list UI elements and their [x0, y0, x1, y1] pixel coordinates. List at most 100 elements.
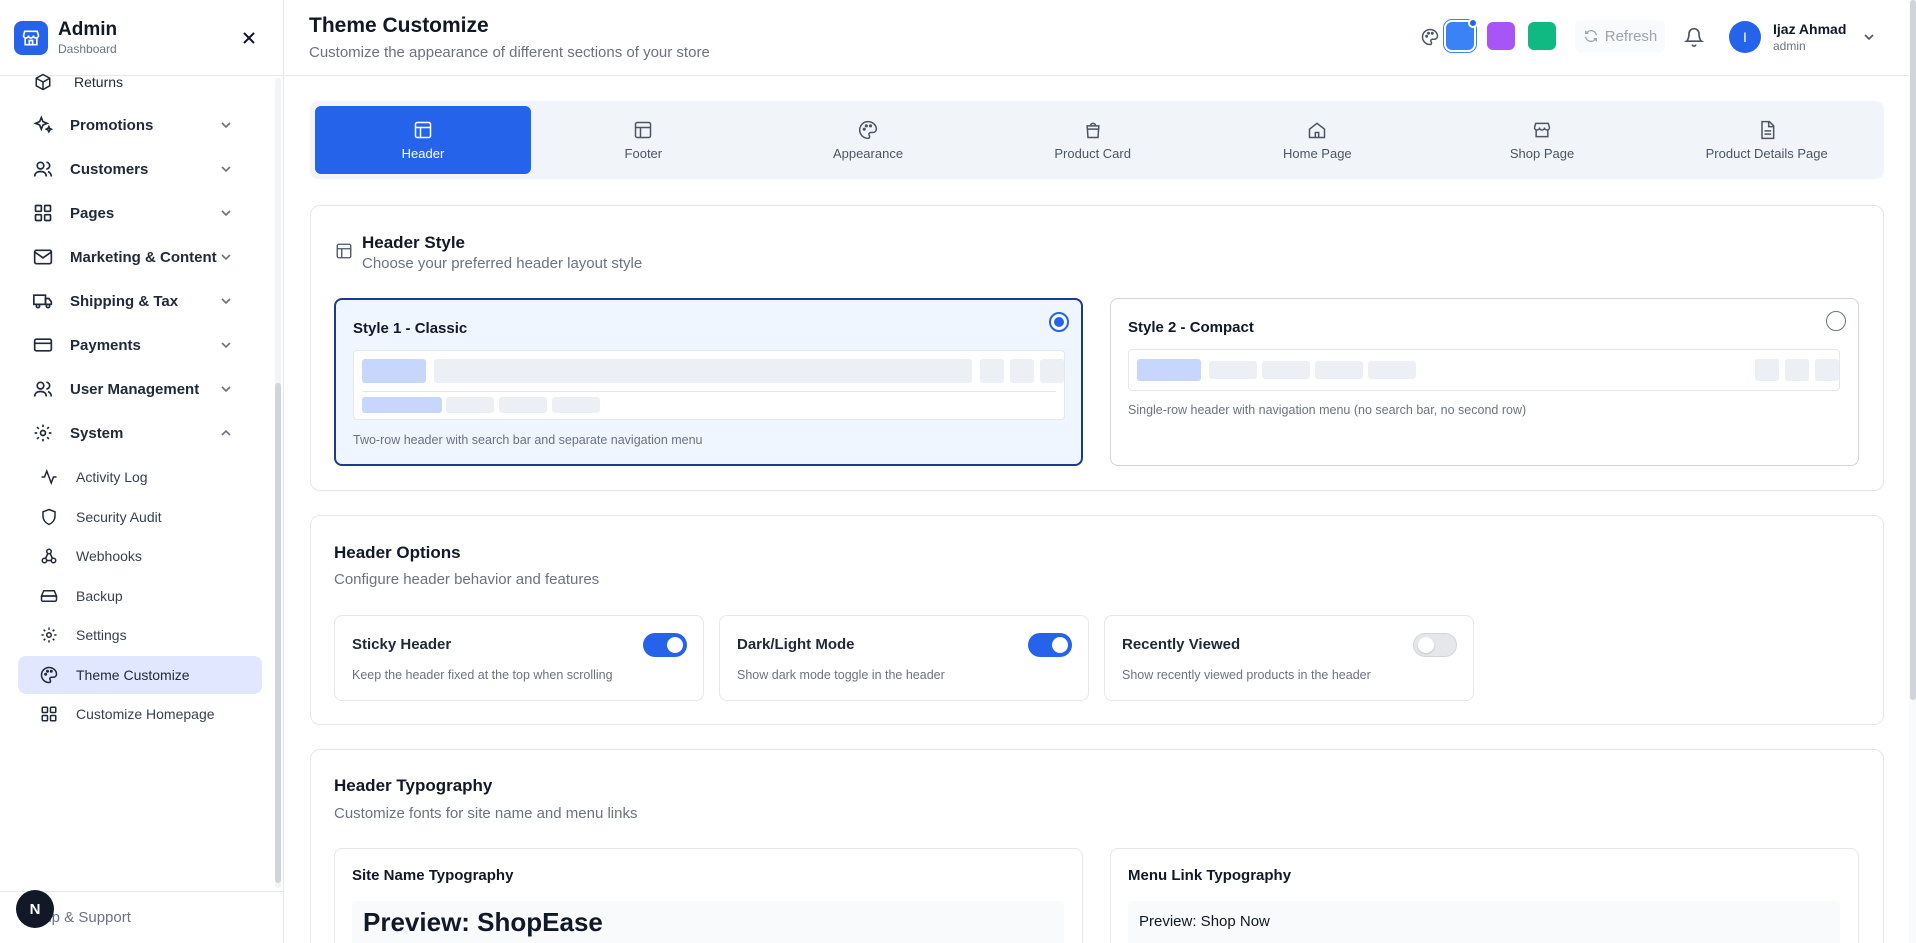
chevron-down-icon: [221, 254, 231, 261]
color-swatch-green[interactable]: [1528, 22, 1556, 50]
sidebar-item-security-audit[interactable]: Security Audit: [18, 498, 262, 536]
sidebar-item-label: Shipping & Tax: [70, 292, 179, 310]
sidebar-item-label: User Management: [70, 380, 200, 398]
option-desc: Show recently viewed products in the hea…: [1122, 668, 1371, 682]
sidebar-item-label: Returns: [74, 74, 124, 90]
bell-icon[interactable]: [1684, 27, 1704, 47]
radio-unselected[interactable]: [1826, 311, 1846, 331]
section-title: Header Options: [334, 543, 461, 562]
sidebar-item-webhooks[interactable]: Webhooks: [18, 537, 262, 575]
user-role: admin: [1773, 39, 1806, 53]
close-sidebar-button[interactable]: [239, 28, 259, 48]
grid-icon: [32, 202, 54, 224]
tab-product-details-page[interactable]: Product Details Page: [1654, 106, 1879, 174]
section-title: Header Typography: [334, 776, 493, 795]
shield-icon: [40, 508, 58, 526]
palette-icon: [859, 120, 878, 139]
sidebar-nav: Returns Promotions Customers Pages Marke…: [0, 70, 272, 890]
preview-icon: [1785, 359, 1809, 381]
section-subtitle: Configure header behavior and features: [334, 571, 600, 588]
style-option-desc: Single-row header with navigation menu (…: [1128, 403, 1527, 417]
sidebar-item-backup[interactable]: Backup: [18, 577, 262, 615]
preview-nav: [1209, 361, 1257, 379]
sidebar-item-user-management[interactable]: User Management: [18, 369, 258, 409]
tab-home-page[interactable]: Home Page: [1205, 106, 1430, 174]
palette-icon: [40, 666, 58, 684]
dev-tools-badge[interactable]: N: [16, 890, 54, 928]
sidebar-item-shipping[interactable]: Shipping & Tax: [18, 281, 258, 321]
gear-icon: [40, 626, 58, 644]
sidebar-item-payments[interactable]: Payments: [18, 325, 258, 365]
topbar: Theme Customize Customize the appearance…: [285, 0, 1911, 76]
section-subtitle: Choose your preferred header layout styl…: [362, 255, 643, 272]
typography-title: Menu Link Typography: [1128, 867, 1292, 884]
sidebar-item-customers[interactable]: Customers: [18, 149, 258, 189]
sidebar-scrollbar[interactable]: [275, 78, 281, 888]
sidebar-item-customize-homepage[interactable]: Customize Homepage: [18, 695, 262, 733]
color-swatch-purple[interactable]: [1487, 22, 1515, 50]
users-icon: [32, 158, 54, 180]
box-icon: [32, 71, 54, 93]
preview-icon: [1010, 359, 1034, 383]
sidebar-item-returns[interactable]: Returns: [18, 70, 258, 102]
preview-nav: [362, 397, 442, 413]
chevron-down-icon: [221, 298, 231, 305]
tab-label: Home Page: [1283, 145, 1352, 161]
sidebar-item-label: Pages: [70, 204, 115, 222]
refresh-button[interactable]: Refresh: [1575, 20, 1665, 52]
preview-nav: [1368, 361, 1416, 379]
style-option-classic[interactable]: Style 1 - Classic Two-row header with se…: [334, 298, 1083, 466]
mail-icon: [32, 246, 54, 268]
sidebar-item-label: Settings: [76, 627, 127, 643]
color-swatch-blue[interactable]: [1446, 18, 1478, 50]
sidebar-item-pages[interactable]: Pages: [18, 193, 258, 233]
tab-product-card[interactable]: Product Card: [980, 106, 1205, 174]
tab-footer[interactable]: Footer: [531, 106, 756, 174]
sidebar-scroll-thumb[interactable]: [275, 383, 281, 883]
sidebar-item-system[interactable]: System: [18, 413, 258, 453]
page-title: Theme Customize: [309, 14, 489, 37]
sidebar-item-label: Backup: [76, 588, 123, 604]
preview-divider: [362, 391, 1056, 392]
site-name-preview: Preview: ShopEase: [363, 907, 603, 937]
home-icon: [1309, 121, 1326, 138]
style-option-name: Style 2 - Compact: [1128, 319, 1254, 336]
chevron-down-icon: [221, 122, 231, 129]
chevron-down-icon[interactable]: [1861, 29, 1877, 45]
brand-title: Admin: [58, 18, 118, 40]
dark-mode-toggle[interactable]: [1028, 633, 1072, 657]
option-desc: Show dark mode toggle in the header: [737, 668, 945, 682]
sidebar-item-settings[interactable]: Settings: [18, 616, 262, 654]
section-subtitle: Customize fonts for site name and menu l…: [334, 805, 638, 822]
preview-nav: [446, 397, 494, 413]
credit-card-icon: [32, 334, 54, 356]
tab-appearance[interactable]: Appearance: [756, 106, 981, 174]
tab-label: Header: [401, 145, 445, 161]
tab-header[interactable]: Header: [315, 106, 531, 174]
tab-shop-page[interactable]: Shop Page: [1430, 106, 1655, 174]
sidebar-item-label: Customers: [70, 160, 149, 178]
tab-label: Shop Page: [1509, 145, 1575, 161]
sidebar-item-label: Marketing & Content: [70, 248, 217, 266]
preview-nav: [1262, 361, 1310, 379]
avatar[interactable]: I: [1729, 21, 1761, 53]
style-option-compact[interactable]: Style 2 - Compact Single-row header with…: [1110, 298, 1859, 466]
typography-preview: Preview: Shop Now: [1128, 901, 1840, 943]
sticky-header-toggle[interactable]: [643, 633, 687, 657]
main-scroll-thumb[interactable]: [1910, 0, 1916, 700]
sidebar-item-promotions[interactable]: Promotions: [18, 105, 258, 145]
gear-icon: [32, 422, 54, 444]
sidebar-item-marketing[interactable]: Marketing & Content: [18, 237, 258, 277]
user-name[interactable]: Ijaz Ahmad: [1773, 21, 1846, 37]
sidebar-item-theme-customize[interactable]: Theme Customize: [18, 656, 262, 694]
header-options-card: Header Options Configure header behavior…: [310, 515, 1884, 725]
preview-logo: [362, 359, 426, 383]
menu-link-typography: Menu Link Typography Preview: Shop Now: [1110, 848, 1859, 943]
refresh-icon: [1584, 29, 1597, 43]
sidebar-item-activity-log[interactable]: Activity Log: [18, 458, 262, 496]
recently-viewed-toggle[interactable]: [1413, 633, 1457, 657]
radio-selected[interactable]: [1049, 312, 1069, 332]
option-name: Dark/Light Mode: [737, 636, 855, 653]
option-desc: Keep the header fixed at the top when sc…: [352, 668, 613, 682]
preview-nav: [552, 397, 600, 413]
